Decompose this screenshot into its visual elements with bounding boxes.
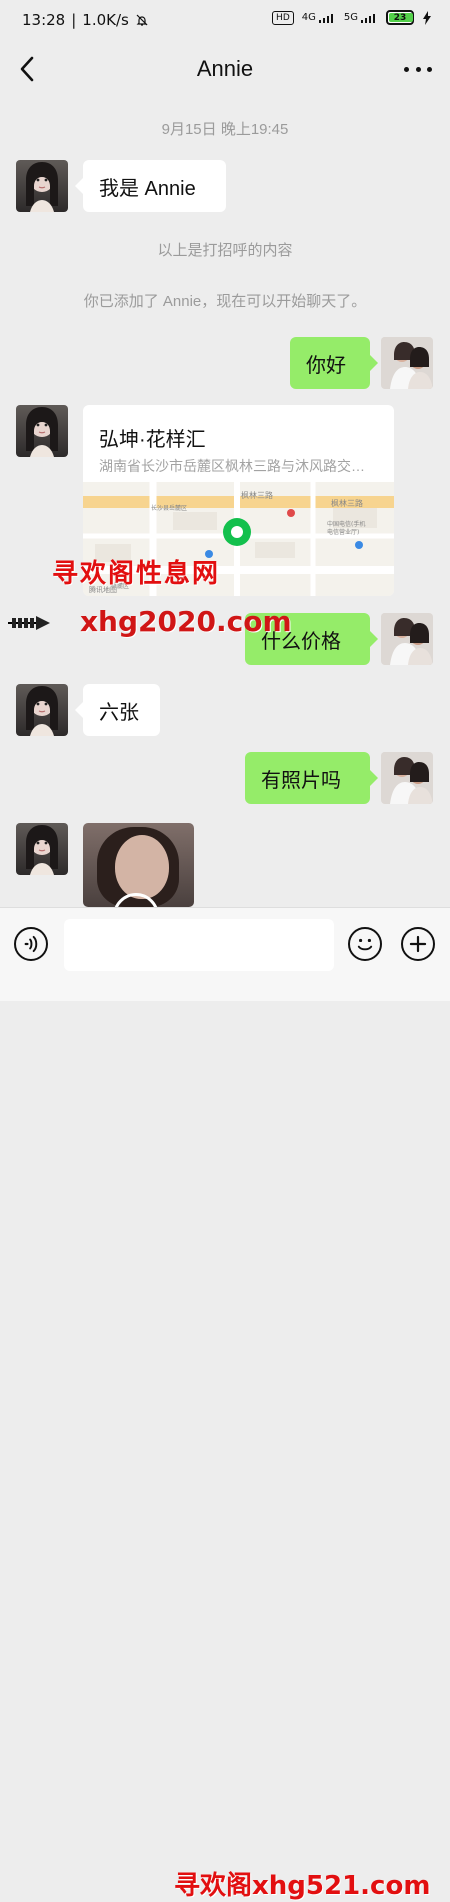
- status-right: HD 4G 5G 23: [272, 10, 432, 25]
- system-message: 你已添加了 Annie，现在可以开始聊天了。: [83, 293, 367, 310]
- hd-badge: HD: [272, 10, 294, 25]
- contact-avatar[interactable]: [16, 160, 68, 212]
- map-label-5: 电信营业厅): [327, 528, 359, 536]
- message-text: 有照片吗: [261, 769, 341, 792]
- battery-level: 23: [393, 12, 407, 23]
- more-icon: [404, 66, 409, 72]
- signal-5g-label: 5G: [343, 12, 358, 23]
- more-icon: [427, 66, 432, 72]
- mute-bell-icon: [135, 13, 149, 27]
- watermark-text: xhg2020.com: [80, 605, 292, 638]
- emoji-button[interactable]: [348, 927, 382, 961]
- outgoing-message-photo-request[interactable]: 有照片吗: [245, 752, 378, 804]
- chat-header: Annie: [0, 42, 450, 97]
- my-avatar[interactable]: [381, 613, 433, 665]
- status-bar: 13:28 | 1.0K/s HD 4G 5G 23: [0, 0, 450, 42]
- emoji-icon: [350, 929, 380, 959]
- message-text: 你好: [306, 354, 346, 377]
- signal-5g: 5G: [344, 12, 378, 24]
- watermark-text: 寻欢阁xhg521.com: [174, 1871, 431, 1901]
- map-label-1: 枫林三路: [241, 490, 273, 500]
- message-composer: 寻欢阁xhg521.com: [0, 907, 450, 1901]
- message-list[interactable]: 9月15日 晚上19:45 我是 Annie 以上是打招呼的内容 你已添加了 A…: [0, 97, 450, 907]
- watermark-text: 寻欢阁性息网: [52, 559, 221, 589]
- voice-button[interactable]: [14, 927, 48, 961]
- status-left: 13:28 | 1.0K/s: [22, 11, 149, 29]
- message-text: 我是 Annie: [99, 177, 196, 200]
- chat-title: Annie: [196, 56, 254, 81]
- watermark-arrow-icon: [8, 608, 62, 638]
- plus-icon: [403, 929, 433, 959]
- map-label-4: 中国电信(手机: [327, 520, 365, 528]
- photo-face: [115, 835, 169, 899]
- more-icon: [415, 66, 421, 72]
- incoming-message-price[interactable]: 六张: [75, 684, 160, 736]
- message-input[interactable]: [64, 919, 334, 971]
- network-speed: 1.0K/s: [82, 11, 129, 29]
- my-avatar[interactable]: [381, 752, 433, 804]
- map-label-3: 长沙县岳麓区: [151, 504, 187, 512]
- incoming-message-intro[interactable]: 我是 Annie: [75, 160, 226, 212]
- incoming-photo-message[interactable]: [83, 823, 194, 907]
- contact-avatar[interactable]: [16, 684, 68, 736]
- contact-avatar[interactable]: [16, 405, 68, 457]
- battery-indicator: 23: [386, 10, 414, 25]
- signal-bars-icon: [360, 12, 378, 24]
- outgoing-message-hello[interactable]: 你好: [290, 337, 378, 389]
- status-time: 13:28: [22, 11, 66, 29]
- map-label-2: 枫林三路: [331, 498, 363, 508]
- message-text: 六张: [99, 701, 139, 724]
- signal-bars-icon: [318, 12, 336, 24]
- location-title: 弘坤·花样汇: [99, 429, 206, 451]
- system-message: 以上是打招呼的内容: [157, 242, 293, 259]
- charging-icon: [422, 10, 432, 25]
- my-avatar[interactable]: [381, 337, 433, 389]
- plus-button[interactable]: [401, 927, 435, 961]
- timestamp-label: 9月15日 晚上19:45: [161, 121, 289, 138]
- more-button[interactable]: [404, 59, 432, 79]
- signal-4g: 4G: [302, 12, 336, 24]
- signal-4g-label: 4G: [301, 12, 316, 23]
- voice-icon: [16, 929, 46, 959]
- status-separator: |: [71, 11, 77, 29]
- location-address: 湖南省长沙市岳麓区枫林三路与沐风路交汇处: [99, 458, 377, 474]
- contact-avatar[interactable]: [16, 823, 68, 875]
